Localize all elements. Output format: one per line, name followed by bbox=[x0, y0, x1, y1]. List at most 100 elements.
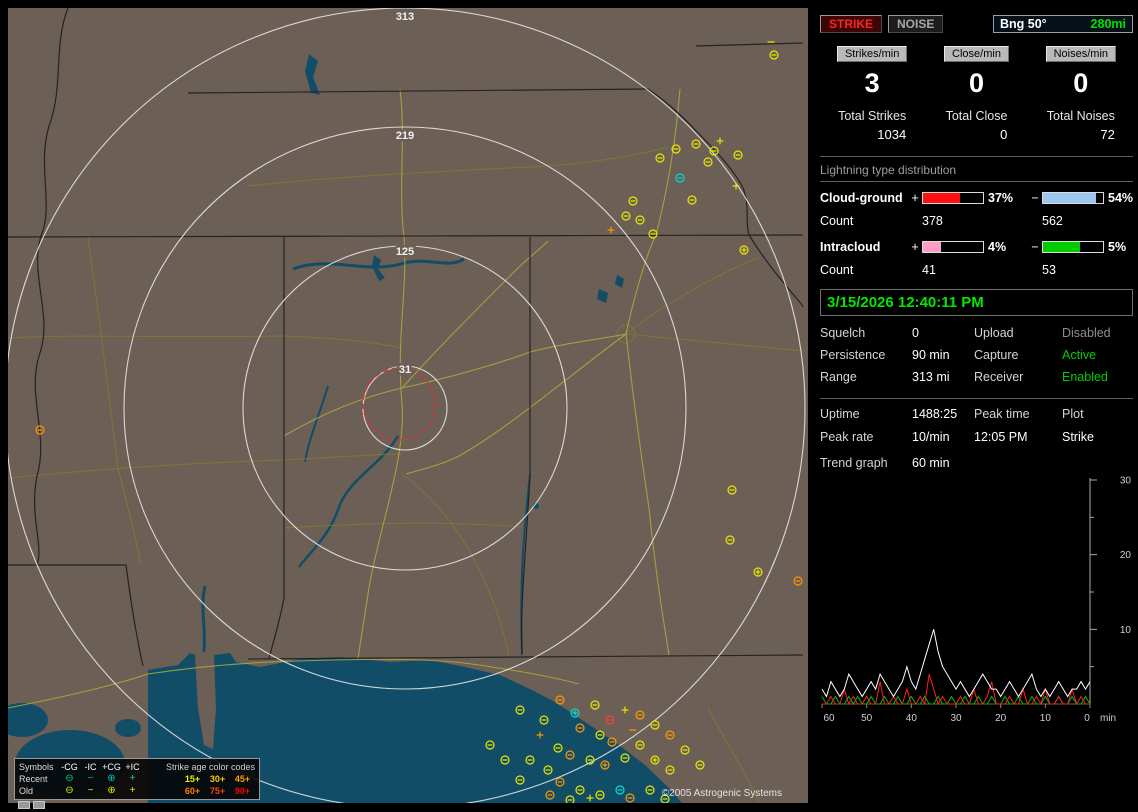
copyright-text: ©2005 Astrogenic Systems bbox=[661, 788, 782, 799]
age-code: 30+ bbox=[209, 774, 226, 784]
peak-time-label: Peak time bbox=[974, 407, 1030, 421]
upload-label: Upload bbox=[974, 326, 1014, 340]
trend-graph-value: 60 min bbox=[912, 456, 950, 470]
circle-plus-icon: ⊕ bbox=[107, 773, 116, 784]
close-column: Close/min 0 Total Close 0 bbox=[924, 46, 1028, 142]
age-code: 60+ bbox=[184, 786, 201, 796]
window-chip[interactable] bbox=[18, 801, 30, 809]
plot-value: Strike bbox=[1062, 430, 1094, 444]
receiver-status: Enabled bbox=[1062, 370, 1108, 384]
distribution-title: Lightning type distribution bbox=[820, 163, 1133, 182]
plus-icon: + bbox=[129, 773, 136, 784]
pos-ic-percent: 4% bbox=[988, 240, 1007, 254]
x-tick-label: 30 bbox=[950, 713, 962, 724]
circle-minus-icon: ⊖ bbox=[65, 785, 74, 796]
noise-mode-button[interactable]: NOISE bbox=[888, 15, 944, 33]
neg-cg-bar bbox=[1042, 192, 1104, 204]
strike-mode-button[interactable]: STRIKE bbox=[820, 15, 883, 33]
circle-minus-icon: ⊖ bbox=[65, 773, 74, 784]
x-tick-label: 10 bbox=[1040, 713, 1052, 724]
x-tick-label: 0 bbox=[1084, 713, 1090, 724]
intracloud-distribution: Intracloud + 4% − 5% Count 41 53 bbox=[820, 240, 1133, 277]
y-tick-label: 30 bbox=[1120, 476, 1132, 487]
y-tick-label: 10 bbox=[1120, 625, 1132, 636]
x-tick-label: 20 bbox=[995, 713, 1007, 724]
map-graphics: 313 219 125 31 bbox=[8, 8, 808, 803]
total-strikes-value: 1034 bbox=[877, 127, 907, 142]
squelch-value: 0 bbox=[912, 326, 919, 340]
legend-col-pos-ic: +IC bbox=[125, 762, 140, 772]
trend-graph: 10 20 30 60 50 40 30 20 10 0 min bbox=[821, 476, 1132, 724]
squelch-label: Squelch bbox=[820, 326, 866, 340]
age-code: 15+ bbox=[184, 774, 201, 784]
cloud-ground-distribution: Cloud-ground + 37% − 54% Count 378 562 bbox=[820, 191, 1133, 228]
intracloud-label: Intracloud bbox=[820, 240, 881, 254]
strikes-per-min-header[interactable]: Strikes/min bbox=[836, 46, 908, 62]
mode-row: STRIKE NOISE Bng 50° 280mi bbox=[820, 15, 1133, 33]
legend-col-neg-cg: -CG bbox=[61, 762, 78, 772]
legend-recent-label: Recent bbox=[19, 774, 48, 784]
datetime-display: 3/15/2026 12:40:11 PM bbox=[820, 289, 1133, 316]
neg-ic-bar bbox=[1042, 241, 1104, 253]
noises-per-min-header[interactable]: Noises/min bbox=[1045, 46, 1117, 62]
minus-icon: − bbox=[87, 773, 94, 784]
minus-icon: − bbox=[87, 785, 94, 796]
age-code: 75+ bbox=[209, 786, 226, 796]
count-label: Count bbox=[820, 263, 854, 277]
neg-ic-percent: 5% bbox=[1108, 240, 1127, 254]
legend-col-neg-ic: -IC bbox=[84, 762, 97, 772]
noises-per-min-value: 0 bbox=[1073, 68, 1089, 98]
uptime-label: Uptime bbox=[820, 407, 860, 421]
window-chip[interactable] bbox=[33, 801, 45, 809]
legend-recent-row: Recent ⊖ − ⊕ + 15+ 30+ 45+ bbox=[19, 773, 255, 785]
minus-sign: − bbox=[1031, 191, 1039, 205]
pos-cg-bar bbox=[922, 192, 984, 204]
plus-sign: + bbox=[911, 240, 919, 254]
range-label: Range bbox=[820, 370, 857, 384]
pos-cg-percent: 37% bbox=[988, 191, 1014, 205]
map-canvas[interactable]: 313 219 125 31 Symbols -CG -IC +CG +IC S… bbox=[8, 8, 808, 803]
total-noises-value: 72 bbox=[1100, 127, 1115, 142]
total-close-value: 0 bbox=[1000, 127, 1008, 142]
strikes-column: Strikes/min 3 Total Strikes 1034 bbox=[820, 46, 924, 142]
peak-rate-value: 10/min bbox=[912, 430, 950, 444]
total-close-label: Total Close bbox=[945, 109, 1008, 123]
legend-col-pos-cg: +CG bbox=[102, 762, 121, 772]
bearing-range: 280mi bbox=[1090, 17, 1126, 31]
x-tick-label: 40 bbox=[906, 713, 918, 724]
neg-cg-count: 562 bbox=[1042, 214, 1063, 228]
cloud-ground-label: Cloud-ground bbox=[820, 191, 903, 205]
datetime-text: 3/15/2026 12:40:11 PM bbox=[827, 294, 984, 311]
total-strikes-label: Total Strikes bbox=[838, 109, 907, 123]
range-value: 313 mi bbox=[912, 370, 950, 384]
close-per-min-header[interactable]: Close/min bbox=[944, 46, 1009, 62]
persistence-value: 90 min bbox=[912, 348, 950, 362]
ring-label-313: 313 bbox=[396, 11, 414, 23]
plus-icon: + bbox=[129, 785, 136, 796]
rates-row: Strikes/min 3 Total Strikes 1034 Close/m… bbox=[820, 46, 1133, 142]
legend-old-label: Old bbox=[19, 786, 34, 796]
age-code: 45+ bbox=[234, 774, 251, 784]
plus-sign: + bbox=[911, 191, 919, 205]
pos-cg-count: 378 bbox=[922, 214, 943, 228]
trend-row: Trend graph 60 min bbox=[820, 456, 1133, 470]
strikes-per-min-value: 3 bbox=[864, 68, 880, 98]
x-tick-label: 60 bbox=[823, 713, 835, 724]
stats-grid: Uptime 1488:25 Peak time Plot Peak rate … bbox=[820, 407, 1133, 444]
total-noises-label: Total Noises bbox=[1046, 109, 1115, 123]
trend-graph-label: Trend graph bbox=[820, 456, 888, 470]
control-panel: STRIKE NOISE Bng 50° 280mi Strikes/min 3… bbox=[815, 0, 1138, 812]
neg-cg-percent: 54% bbox=[1108, 191, 1134, 205]
uptime-value: 1488:25 bbox=[912, 407, 958, 421]
trend-series-strikes bbox=[821, 629, 1091, 698]
x-tick-label: 50 bbox=[861, 713, 873, 724]
settings-grid: Squelch 0 Upload Disabled Persistence 90… bbox=[820, 326, 1133, 384]
plot-label: Plot bbox=[1062, 407, 1084, 421]
receiver-label: Receiver bbox=[974, 370, 1024, 384]
age-code: 90+ bbox=[234, 786, 251, 796]
close-per-min-value: 0 bbox=[968, 68, 984, 98]
bearing-display: Bng 50° 280mi bbox=[993, 15, 1133, 33]
circle-plus-icon: ⊕ bbox=[107, 785, 116, 796]
bearing-label: Bng 50° bbox=[1000, 17, 1047, 31]
x-axis-unit: min bbox=[1100, 713, 1116, 724]
